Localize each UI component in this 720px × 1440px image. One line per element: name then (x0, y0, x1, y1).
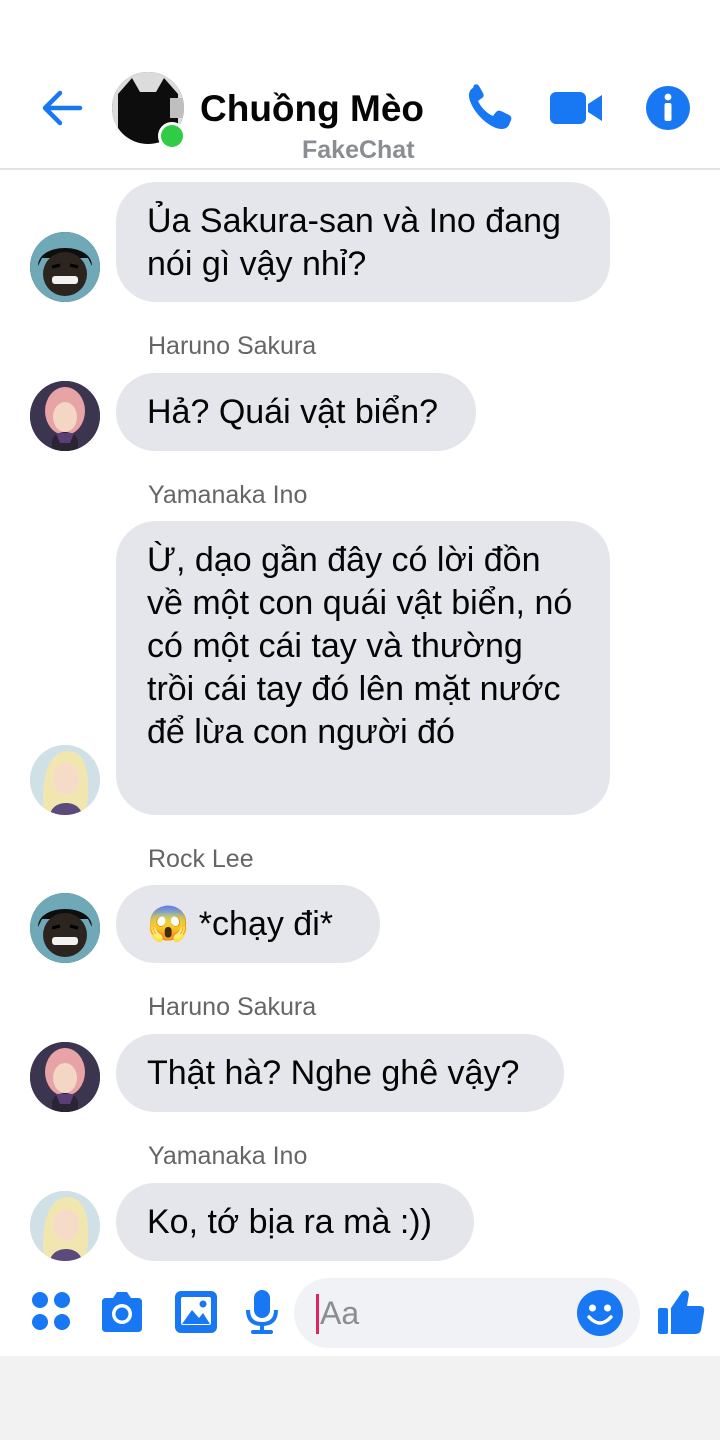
bottom-empty-area (0, 1356, 720, 1440)
info-icon[interactable] (644, 84, 696, 132)
message-bubble[interactable]: Ủa Sakura-san và Ino đang nói gì vậy nhỉ… (116, 182, 610, 302)
online-status-dot (158, 122, 186, 150)
message-composer: Aa (0, 1270, 720, 1356)
phone-icon[interactable] (464, 84, 516, 132)
sender-name: Yamanaka Ino (148, 1142, 308, 1170)
message-bubble[interactable]: Ừ, dạo gần đây có lời đồn về một con quá… (116, 521, 610, 815)
thumbs-up-icon[interactable] (656, 1288, 706, 1336)
scream-emoji: 😱 (147, 905, 190, 943)
avatar[interactable] (30, 381, 100, 451)
microphone-icon[interactable] (238, 1288, 286, 1336)
message-bubble[interactable]: Hả? Quái vật biển? (116, 373, 476, 451)
emoji-icon[interactable] (576, 1289, 624, 1337)
avatar[interactable] (30, 1042, 100, 1112)
video-camera-icon[interactable] (548, 84, 604, 132)
avatar[interactable] (30, 745, 100, 815)
message-input[interactable]: Aa (294, 1278, 640, 1348)
image-icon[interactable] (172, 1288, 220, 1336)
sender-name: Rock Lee (148, 845, 254, 873)
message-bubble[interactable]: Ko, tớ bịa ra mà :)) (116, 1183, 474, 1261)
camera-icon[interactable] (98, 1288, 146, 1336)
message-text: *chạy đi* (198, 905, 333, 943)
chat-header: Chuồng Mèo FakeChat (0, 0, 720, 168)
avatar[interactable] (30, 893, 100, 963)
input-placeholder: Aa (320, 1295, 360, 1331)
avatar[interactable] (30, 232, 100, 302)
sender-name: Haruno Sakura (148, 332, 317, 360)
sender-name: Yamanaka Ino (148, 481, 308, 509)
chat-title[interactable]: Chuồng Mèo (200, 88, 424, 130)
text-caret (316, 1294, 319, 1334)
message-bubble[interactable]: Thật hà? Nghe ghê vậy? (116, 1034, 564, 1112)
back-arrow-icon[interactable] (38, 84, 86, 132)
chat-subtitle: FakeChat (302, 136, 415, 164)
avatar[interactable] (30, 1191, 100, 1261)
message-bubble[interactable]: 😱 *chạy đi* (116, 885, 380, 963)
sender-name: Haruno Sakura (148, 993, 317, 1021)
apps-grid-icon[interactable] (28, 1288, 76, 1336)
message-list[interactable]: Ủa Sakura-san và Ino đang nói gì vậy nhỉ… (0, 170, 720, 1270)
